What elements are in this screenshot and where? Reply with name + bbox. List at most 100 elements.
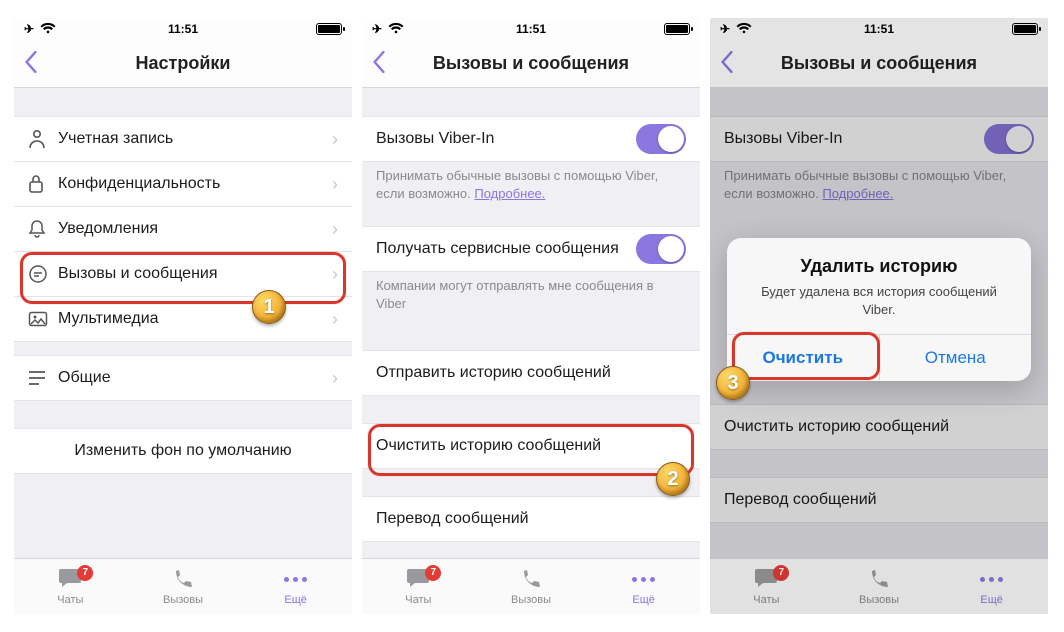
airplane-icon: ✈ [24,22,34,36]
more-icon [284,568,307,592]
tab-bar: 7 Чаты Вызовы Ещё [14,558,352,614]
back-button[interactable] [718,51,736,77]
tab-label: Чаты [405,594,431,606]
row-label: Общие [58,369,332,387]
list-icon [28,371,58,385]
service-messages-description: Компании могут отправлять мне сообщения … [362,271,700,322]
toggle-viber-in [984,124,1034,154]
tab-label: Вызовы [859,594,899,606]
toggle-service-messages[interactable] [636,234,686,264]
row-translate: Перевод сообщений [710,477,1048,523]
step-badge-3: 3 [716,366,750,400]
page-title: Настройки [136,53,231,74]
screen-calls-messages: ✈ 11:51 Вызовы и сообщения Вызовы Viber-… [362,18,700,614]
tab-more[interactable]: Ещё [587,559,700,614]
row-translate[interactable]: Перевод сообщений [362,496,700,542]
back-button[interactable] [370,51,388,77]
wifi-icon [40,22,56,37]
chevron-right-icon: › [332,129,338,150]
row-label: Вызовы и сообщения [58,265,332,283]
tab-calls[interactable]: Вызовы [823,559,936,614]
tab-chats[interactable]: 7 Чаты [14,559,127,614]
viber-in-description: Принимать обычные вызовы с помощью Viber… [710,161,1048,212]
wifi-icon [736,22,752,37]
tab-more[interactable]: Ещё [239,559,352,614]
more-icon [632,568,655,592]
tab-label: Чаты [57,594,83,606]
nav-bar: Настройки [14,40,352,88]
row-media[interactable]: Мультимедиа › [14,296,352,342]
row-viber-in: Вызовы Viber-In [710,116,1048,162]
dialog-confirm-button[interactable]: Очистить [727,335,879,381]
chevron-right-icon: › [332,174,338,195]
phone-icon [171,568,195,592]
row-label: Перевод сообщений [724,491,1034,509]
row-label: Перевод сообщений [376,510,686,528]
row-account[interactable]: Учетная запись › [14,116,352,162]
row-clear-history[interactable]: Очистить историю сообщений [362,423,700,469]
status-time: 11:51 [516,22,546,36]
row-label: Уведомления [58,220,332,238]
chevron-right-icon: › [332,309,338,330]
bell-icon [28,219,58,239]
status-time: 11:51 [168,22,198,36]
lock-icon [28,174,58,194]
learn-more-link: Подробнее. [822,186,893,201]
tab-calls[interactable]: Вызовы [475,559,588,614]
nav-bar: Вызовы и сообщения [710,40,1048,88]
row-clear-history: Очистить историю сообщений [710,404,1048,450]
tab-label: Вызовы [163,594,203,606]
row-label: Очистить историю сообщений [376,437,686,455]
calls-messages-list-dimmed: Вызовы Viber-In Принимать обычные вызовы… [710,88,1048,558]
dialog-cancel-button[interactable]: Отмена [879,335,1032,381]
phone-icon [519,568,543,592]
row-change-background[interactable]: Изменить фон по умолчанию [14,428,352,474]
row-label: Очистить историю сообщений [724,418,1034,436]
phone-icon [867,568,891,592]
row-label: Изменить фон по умолчанию [28,442,338,460]
tab-more[interactable]: Ещё [935,559,1048,614]
media-icon [28,311,58,327]
airplane-icon: ✈ [720,22,730,36]
more-icon [980,568,1003,592]
row-viber-in[interactable]: Вызовы Viber-In [362,116,700,162]
row-general[interactable]: Общие › [14,355,352,401]
row-privacy[interactable]: Конфиденциальность › [14,161,352,207]
row-calls-messages[interactable]: Вызовы и сообщения › [14,251,352,297]
learn-more-link[interactable]: Подробнее. [474,186,545,201]
status-bar: ✈ 11:51 [710,18,1048,40]
row-label: Конфиденциальность [58,175,332,193]
tab-label: Ещё [632,594,655,606]
tab-bar: 7 Чаты Вызовы Ещё [362,558,700,614]
unread-badge: 7 [425,565,441,581]
chevron-right-icon: › [332,219,338,240]
row-label: Получать сервисные сообщения [376,240,628,258]
settings-list: Учетная запись › Конфиденциальность › Ув… [14,88,352,558]
page-title: Вызовы и сообщения [433,53,629,74]
battery-icon [316,23,342,35]
row-send-history[interactable]: Отправить историю сообщений [362,350,700,396]
tab-calls[interactable]: Вызовы [127,559,240,614]
confirm-dialog: Удалить историю Будет удалена вся истори… [727,238,1031,381]
row-notifications[interactable]: Уведомления › [14,206,352,252]
row-label: Отправить историю сообщений [376,364,686,382]
tab-chats[interactable]: 7 Чаты [362,559,475,614]
screen-clear-history-alert: ✈ 11:51 Вызовы и сообщения Вызовы Viber-… [710,18,1048,614]
tab-bar: 7 Чаты Вызовы Ещё [710,558,1048,614]
back-button[interactable] [22,51,40,77]
unread-badge: 7 [773,565,789,581]
row-label: Вызовы Viber-In [376,130,628,148]
row-service-messages[interactable]: Получать сервисные сообщения [362,226,700,272]
chevron-right-icon: › [332,264,338,285]
step-badge-2: 2 [656,462,690,496]
step-badge-1: 1 [252,290,286,324]
user-icon [28,129,58,149]
tab-label: Ещё [284,594,307,606]
tab-chats[interactable]: 7 Чаты [710,559,823,614]
dialog-title: Удалить историю [745,256,1013,277]
row-label: Мультимедиа [58,310,332,328]
status-time: 11:51 [864,22,894,36]
toggle-viber-in[interactable] [636,124,686,154]
unread-badge: 7 [77,565,93,581]
screen-settings: ✈ 11:51 Настройки Учетная запись › [14,18,352,614]
